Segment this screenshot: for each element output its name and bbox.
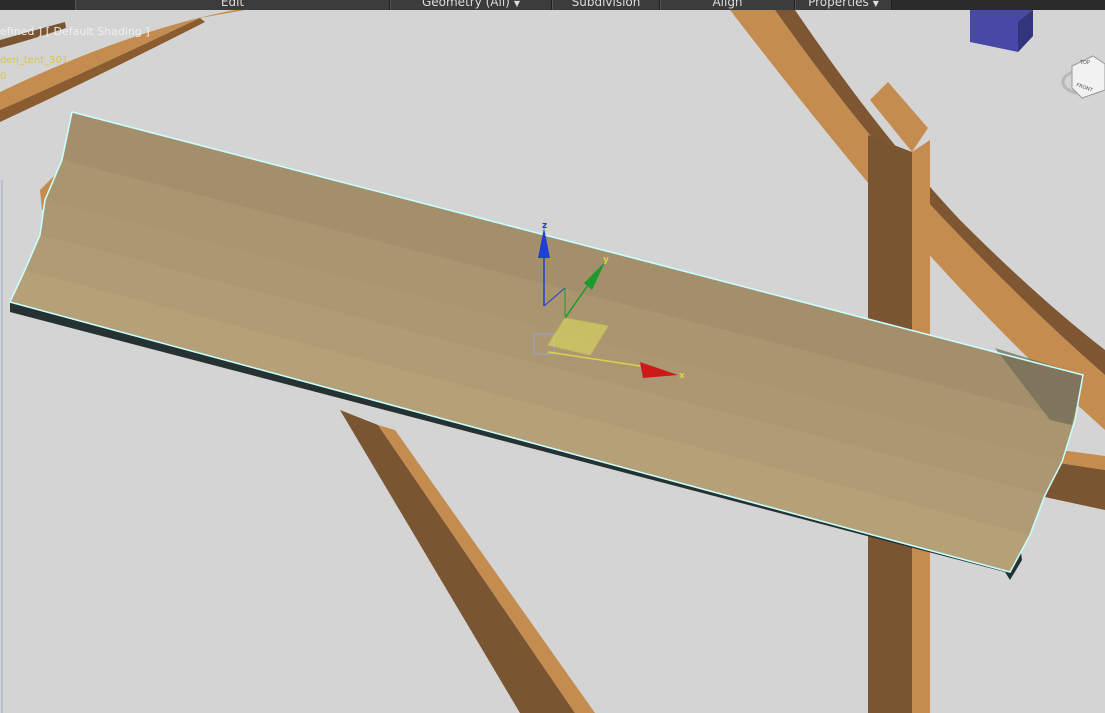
diagonal-brace-side: [378, 425, 595, 713]
subdivision-menu[interactable]: Subdivision: [552, 0, 660, 10]
viewport-shading-menu[interactable]: [ Default Shading ]: [46, 25, 150, 38]
edit-menu[interactable]: Edit: [75, 0, 390, 10]
geometry-dropdown[interactable]: Geometry (All) ▼: [390, 0, 552, 10]
scene-canvas[interactable]: z y x TOP FRONT: [0, 10, 1105, 713]
align-menu-label: Align: [712, 0, 743, 9]
align-menu[interactable]: Align: [660, 0, 795, 10]
subdivision-menu-label: Subdivision: [571, 0, 641, 9]
viewport-label: efined ] [ Default Shading ]: [0, 25, 150, 38]
viewcube-top-label: TOP: [1079, 60, 1090, 66]
edit-menu-label: Edit: [220, 0, 245, 9]
ribbon-toolbar: Edit Geometry (All) ▼ Subdivision Align P…: [0, 0, 1105, 10]
diagonal-brace[interactable]: [340, 410, 575, 713]
object-name-readout: den_tent_301: [0, 55, 69, 66]
z-axis-label: z: [542, 221, 547, 231]
geometry-dropdown-label: Geometry (All): [421, 0, 510, 9]
viewport-view-menu[interactable]: efined ]: [0, 25, 42, 38]
y-axis-label: y: [603, 255, 609, 265]
x-axis-label: x: [679, 371, 685, 381]
properties-dropdown[interactable]: Properties ▼: [795, 0, 892, 10]
perspective-viewport[interactable]: z y x TOP FRONT efined ] [ Default Shadi…: [0, 10, 1105, 713]
chevron-down-icon: ▼: [872, 0, 879, 8]
viewcube[interactable]: TOP FRONT: [1061, 55, 1105, 99]
properties-dropdown-label: Properties: [808, 0, 869, 9]
stat-readout: 0: [0, 71, 7, 82]
chevron-down-icon: ▼: [513, 0, 521, 8]
